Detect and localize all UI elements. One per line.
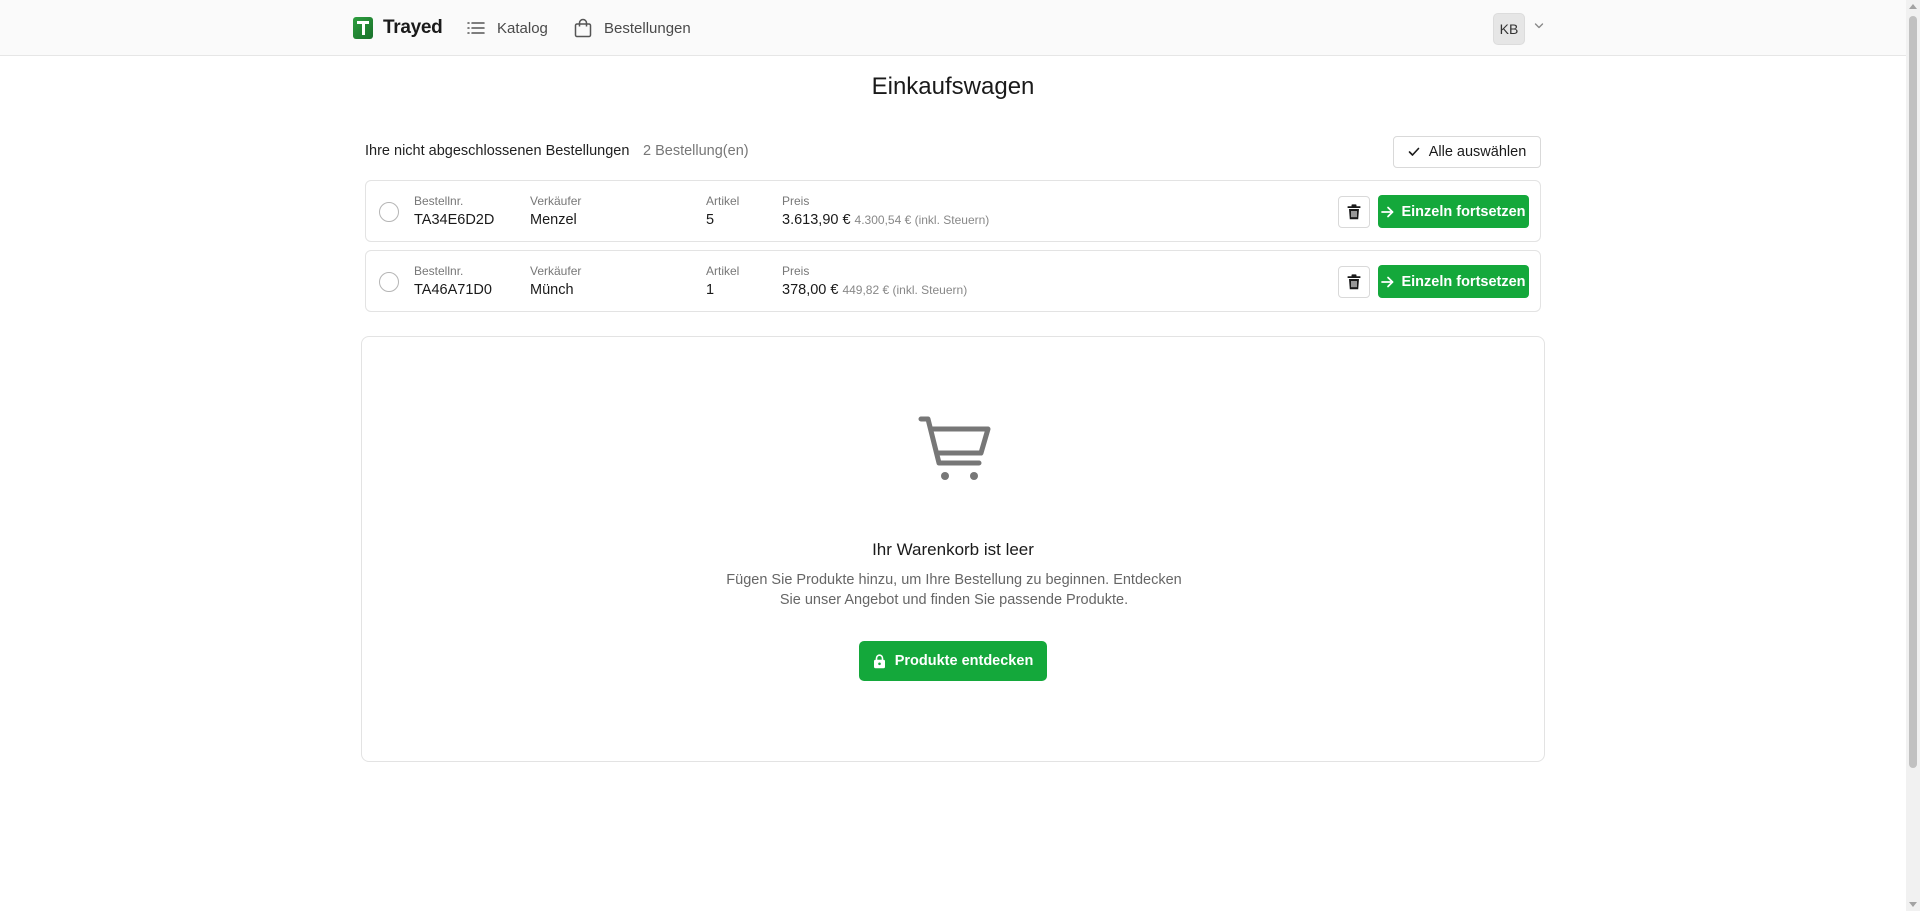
brand-logo-icon [353,17,373,39]
items-column: Artikel 5 [706,193,739,230]
items-column: Artikel 1 [706,263,739,300]
continue-order-label: Einzeln fortsetzen [1401,203,1526,220]
order-number-label: Bestellnr. [414,194,464,208]
trash-icon [1347,274,1361,290]
order-number-column: Bestellnr. TA46A71D0 [414,263,492,300]
nav-item-katalog[interactable]: Katalog [467,16,548,40]
orders-count: 2 Bestellung(en) [643,143,749,159]
price-net: 378,00 € [782,282,839,298]
scroll-up-arrow-icon[interactable] [1909,4,1917,9]
empty-cart-description: Fügen Sie Produkte hinzu, um Ihre Bestel… [726,572,1182,608]
discover-products-button[interactable]: Produkte entdecken [859,641,1047,681]
check-icon [1408,147,1420,156]
empty-cart-card: Ihr Warenkorb ist leer Fügen Sie Produkt… [361,336,1545,762]
price-label: Preis [782,194,810,208]
seller-label: Verkäufer [530,264,582,278]
top-navigation-bar: Trayed Katalog Bestellungen KB [0,0,1906,56]
lock-bag-icon [873,653,885,668]
order-row: Bestellnr. TA46A71D0 Verkäufer Münch Art… [365,250,1541,312]
seller-name: Münch [530,282,574,298]
continue-order-button[interactable]: Einzeln fortsetzen [1378,265,1529,298]
list-icon [467,22,485,34]
items-count: 1 [706,282,715,298]
order-row: Bestellnr. TA34E6D2D Verkäufer Menzel Ar… [365,180,1541,242]
items-label: Artikel [706,194,740,208]
select-all-button[interactable]: Alle auswählen [1393,136,1541,168]
nav-item-label: Bestellungen [604,19,691,37]
price-value: 378,00 €449,82 € (inkl. Steuern) [782,280,967,300]
arrow-right-icon [1381,276,1394,287]
items-count: 5 [706,212,715,228]
brand-name: Trayed [383,17,443,38]
select-all-label: Alle auswählen [1428,144,1527,160]
brand[interactable]: Trayed [353,16,443,40]
price-net: 3.613,90 € [782,212,851,228]
user-avatar[interactable]: KB [1493,13,1525,45]
page-title: Einkaufswagen [871,73,1035,100]
trash-icon [1347,204,1361,220]
delete-order-button[interactable] [1338,266,1370,298]
order-number-label: Bestellnr. [414,264,464,278]
price-incl-tax: 449,82 € (inkl. Steuern) [842,283,968,297]
items-label: Artikel [706,264,740,278]
nav-item-bestellungen[interactable]: Bestellungen [574,16,691,40]
arrow-right-icon [1381,206,1394,217]
order-number-column: Bestellnr. TA34E6D2D [414,193,494,230]
price-value: 3.613,90 €4.300,54 € (inkl. Steuern) [782,210,989,230]
scrollbar-thumb[interactable] [1909,16,1917,768]
price-column: Preis 378,00 €449,82 € (inkl. Steuern) [782,263,967,300]
seller-name: Menzel [530,212,577,228]
order-select-radio[interactable] [379,202,399,222]
continue-order-button[interactable]: Einzeln fortsetzen [1378,195,1529,228]
shopping-bag-icon [574,18,592,38]
seller-label: Verkäufer [530,194,582,208]
delete-order-button[interactable] [1338,196,1370,228]
shopping-cart-icon [918,416,991,480]
empty-cart-title: Ihr Warenkorb ist leer [872,540,1034,559]
seller-column: Verkäufer Münch [530,263,581,300]
chevron-down-icon[interactable] [1534,22,1544,30]
order-select-radio[interactable] [379,272,399,292]
order-number: TA46A71D0 [414,282,492,298]
price-column: Preis 3.613,90 €4.300,54 € (inkl. Steuer… [782,193,989,230]
order-number: TA34E6D2D [414,212,495,228]
price-label: Preis [782,264,810,278]
discover-products-label: Produkte entdecken [894,653,1034,669]
scroll-down-arrow-icon[interactable] [1909,902,1917,907]
nav-item-label: Katalog [497,19,548,37]
seller-column: Verkäufer Menzel [530,193,581,230]
orders-section-title: Ihre nicht abgeschlossenen Bestellungen [365,143,630,159]
price-incl-tax: 4.300,54 € (inkl. Steuern) [854,213,990,227]
page-scrollbar[interactable] [1906,0,1920,911]
continue-order-label: Einzeln fortsetzen [1401,273,1526,290]
